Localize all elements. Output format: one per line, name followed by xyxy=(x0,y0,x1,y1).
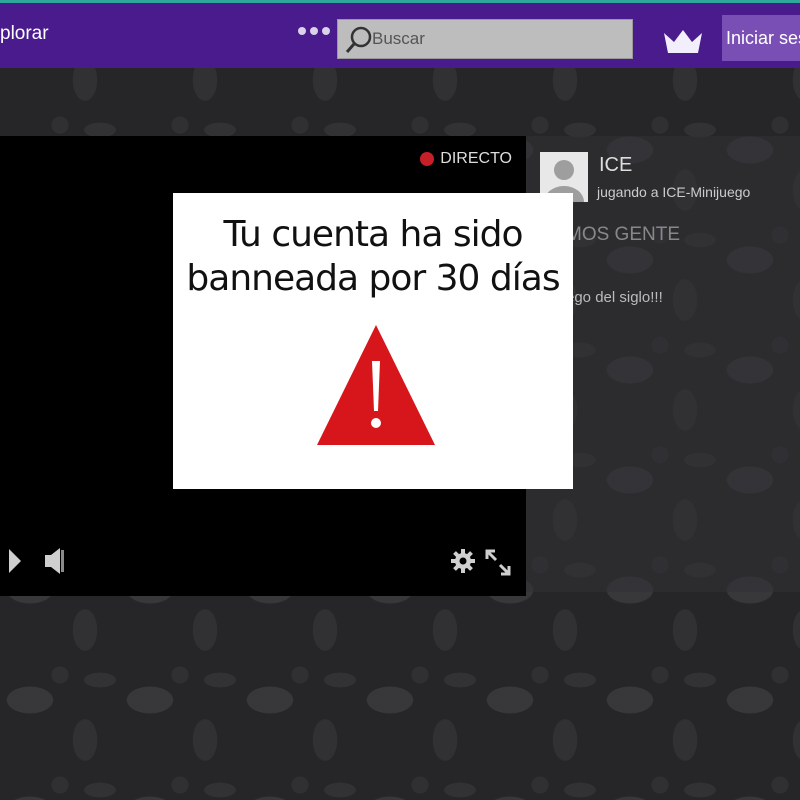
ban-notice-modal: Tu cuenta ha sido banneada por 30 días xyxy=(173,193,573,489)
more-dots-icon[interactable] xyxy=(298,27,330,35)
crown-icon[interactable] xyxy=(662,27,704,55)
login-button[interactable]: Iniciar ses xyxy=(722,15,800,61)
live-indicator: DIRECTO xyxy=(420,150,512,168)
expand-icon[interactable] xyxy=(484,548,512,578)
ban-message-line2: banneada por 30 días xyxy=(186,258,560,299)
live-dot-icon xyxy=(420,152,435,166)
stream-title: MOS GENTE xyxy=(566,224,681,245)
volume-icon[interactable] xyxy=(44,546,66,576)
search-icon[interactable] xyxy=(344,25,374,55)
gear-icon[interactable] xyxy=(450,546,476,576)
search-bar[interactable] xyxy=(337,19,633,59)
playing-game-text: jugando a ICE-Minijuego xyxy=(597,184,751,200)
play-icon[interactable] xyxy=(8,548,22,574)
warning-icon xyxy=(317,325,435,445)
search-input[interactable] xyxy=(372,20,628,58)
top-navbar: plorar Iniciar ses xyxy=(0,0,800,68)
explore-link[interactable]: plorar xyxy=(0,23,49,45)
live-label: DIRECTO xyxy=(440,150,512,167)
ban-message: Tu cuenta ha sido banneada por 30 días xyxy=(173,213,573,301)
streamer-name[interactable]: ICE xyxy=(599,154,632,177)
ban-message-line1: Tu cuenta ha sido xyxy=(223,214,524,255)
stream-description: ego del siglo!!! xyxy=(566,289,663,306)
